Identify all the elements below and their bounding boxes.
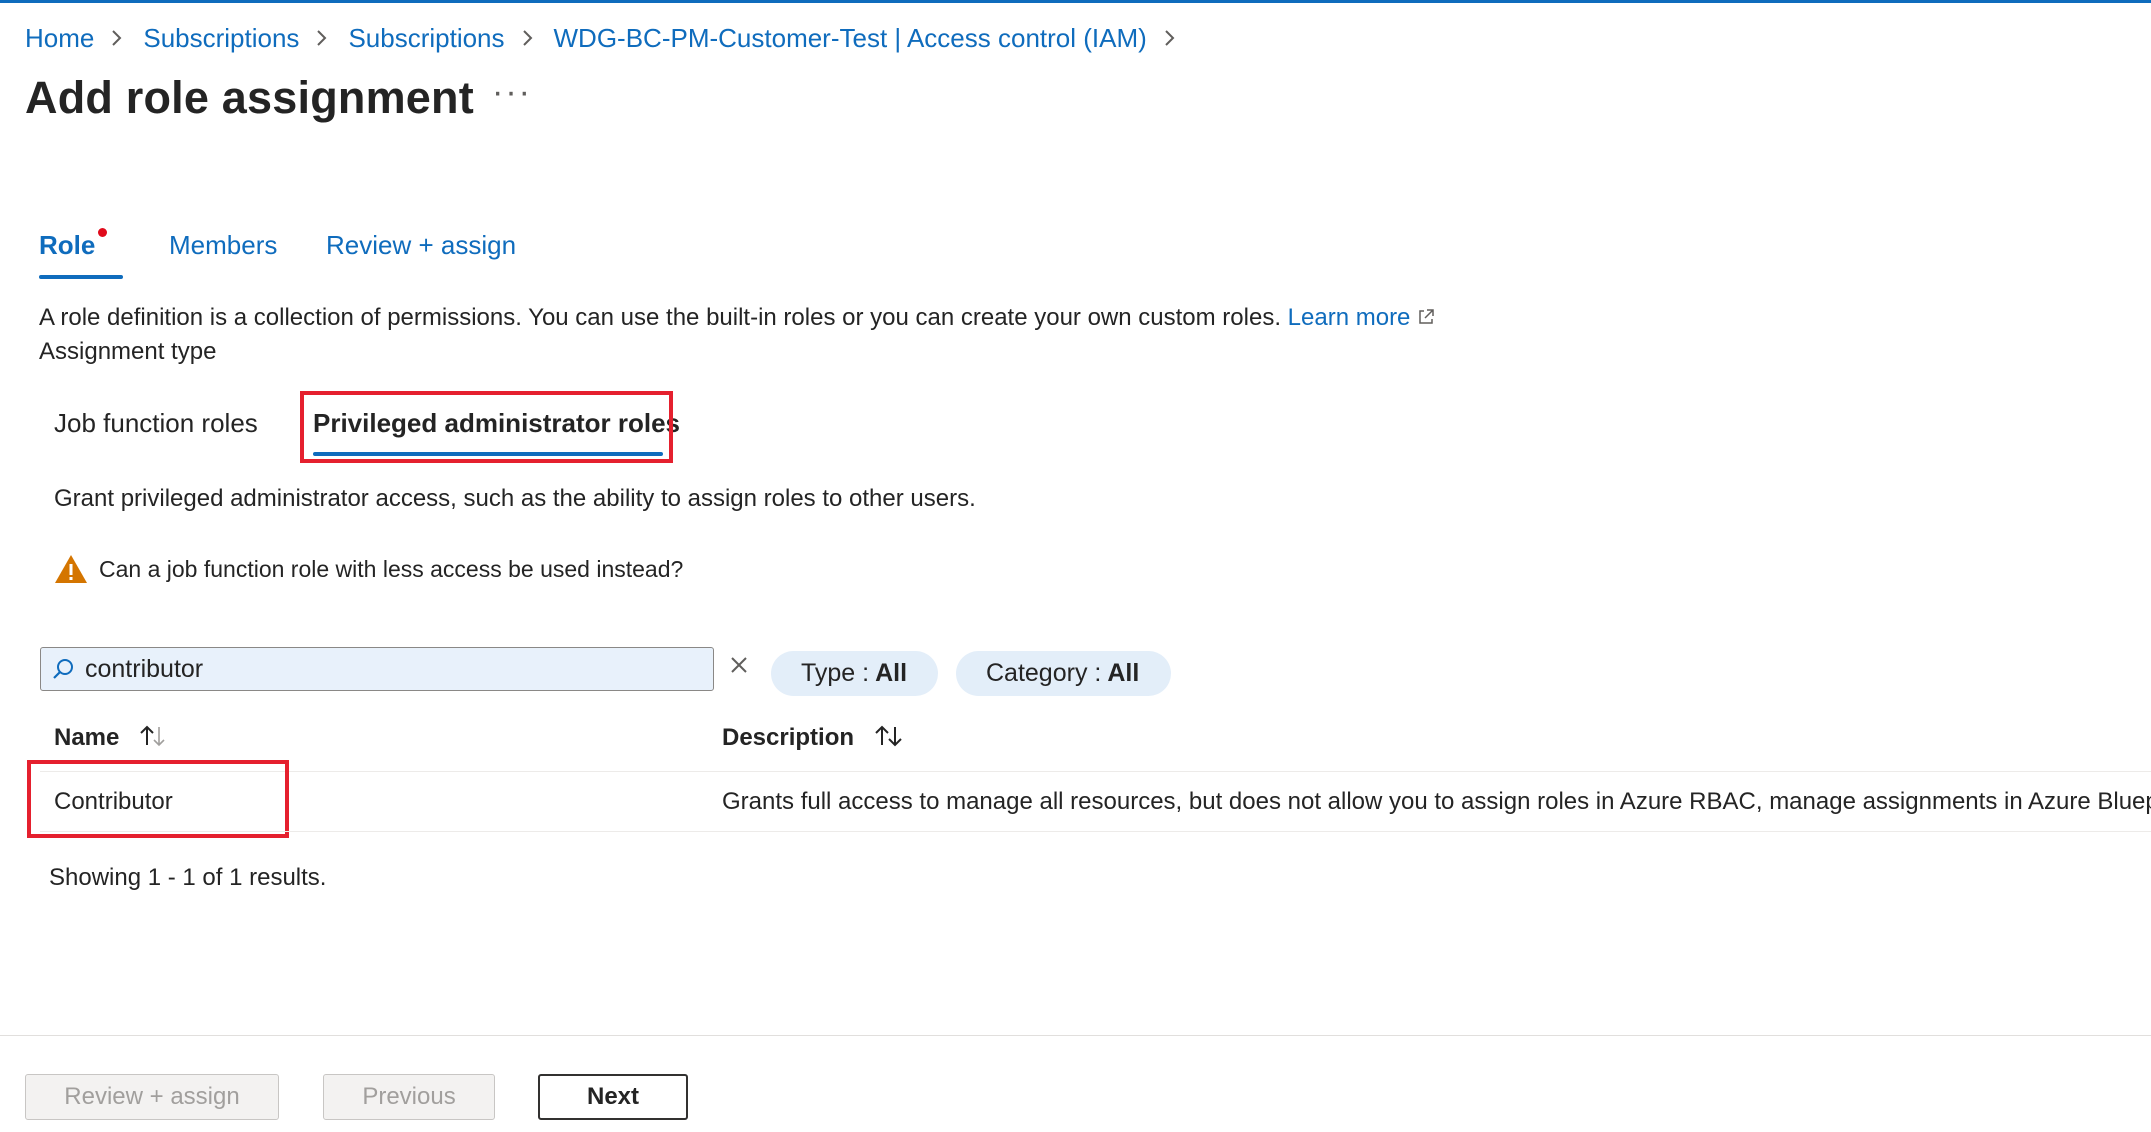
review-assign-button[interactable]: Review + assign	[25, 1074, 279, 1120]
search-input[interactable]: contributor	[40, 647, 714, 691]
previous-button[interactable]: Previous	[323, 1074, 495, 1120]
highlight-box-contributor	[27, 760, 289, 838]
table-row-description: Grants full access to manage all resourc…	[722, 788, 2151, 815]
required-indicator	[98, 228, 107, 237]
filter-category-value: All	[1107, 659, 1140, 687]
sort-icon	[874, 725, 902, 747]
tab-members[interactable]: Members	[169, 230, 277, 261]
search-icon	[51, 657, 75, 681]
column-header-name[interactable]: Name	[54, 723, 170, 752]
highlight-box-privileged-tab	[300, 391, 673, 463]
tab-role[interactable]: Role	[39, 230, 95, 261]
filter-type-label: Type :	[801, 659, 870, 687]
breadcrumb-subscriptions-2[interactable]: Subscriptions	[348, 23, 504, 54]
filter-category-label: Category :	[986, 659, 1102, 687]
top-accent-bar	[0, 0, 2151, 3]
learn-more-link[interactable]: Learn more	[1288, 304, 1437, 331]
role-description-text: A role definition is a collection of per…	[39, 304, 1281, 331]
breadcrumb-access-control[interactable]: WDG-BC-PM-Customer-Test | Access control…	[554, 23, 1147, 54]
more-options-button[interactable]: ···	[492, 75, 532, 109]
subtab-job-function-roles[interactable]: Job function roles	[54, 408, 258, 439]
learn-more-label: Learn more	[1287, 304, 1411, 331]
role-description: A role definition is a collection of per…	[39, 304, 1436, 332]
filter-type-value: All	[875, 659, 908, 687]
chevron-right-icon	[522, 30, 532, 46]
chevron-right-icon	[317, 30, 327, 46]
chevron-right-icon	[112, 30, 122, 46]
grant-description: Grant privileged administrator access, s…	[54, 485, 976, 512]
next-button[interactable]: Next	[538, 1074, 688, 1120]
column-header-description-label: Description	[722, 724, 855, 751]
column-header-name-label: Name	[54, 724, 120, 751]
tab-role-underline	[39, 275, 123, 279]
assignment-type-label: Assignment type	[39, 338, 217, 365]
warning-icon	[55, 555, 87, 583]
breadcrumb-subscriptions-1[interactable]: Subscriptions	[143, 23, 299, 54]
filter-type[interactable]: Type : All	[771, 651, 938, 696]
column-header-description[interactable]: Description	[722, 723, 907, 752]
chevron-right-icon	[1165, 30, 1175, 46]
footer-divider	[0, 1035, 2151, 1036]
search-value: contributor	[85, 654, 204, 683]
table-row-divider	[40, 831, 2151, 832]
warning-text: Can a job function role with less access…	[99, 556, 684, 582]
close-icon[interactable]	[728, 654, 750, 676]
page-title: Add role assignment	[25, 72, 474, 123]
external-link-icon	[1419, 309, 1435, 324]
results-count: Showing 1 - 1 of 1 results.	[49, 864, 327, 891]
filter-category[interactable]: Category : All	[956, 651, 1171, 696]
table-header-divider	[40, 771, 2151, 772]
breadcrumb-home[interactable]: Home	[25, 23, 94, 54]
tab-review-assign[interactable]: Review + assign	[326, 230, 516, 261]
sort-icon	[140, 725, 165, 747]
breadcrumb: Home Subscriptions Subscriptions WDG-BC-…	[25, 18, 1196, 58]
